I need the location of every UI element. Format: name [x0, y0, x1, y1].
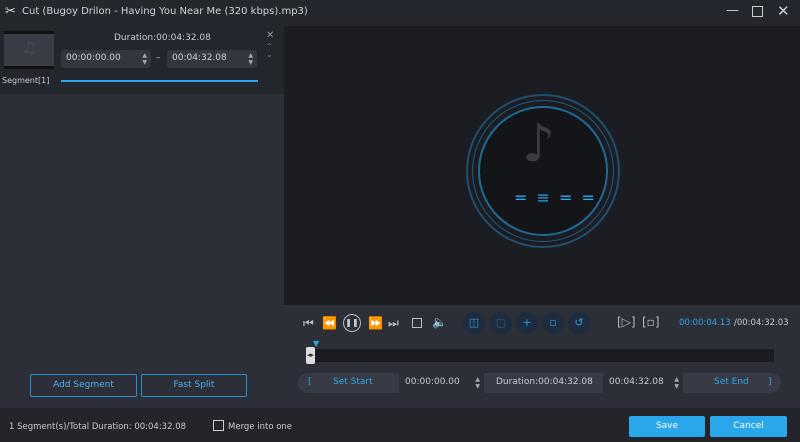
- range-separator: –: [156, 53, 161, 63]
- current-time: 00:00:04.13: [679, 318, 731, 328]
- start-handle[interactable]: ◂▸: [306, 347, 315, 364]
- reset-icon[interactable]: ↺: [568, 312, 590, 334]
- volume-icon[interactable]: 🔈: [432, 315, 447, 329]
- skip-end-icon[interactable]: ⏭: [388, 316, 399, 331]
- music-note-icon: ♫: [21, 38, 37, 57]
- trim-duration: Duration:00:04:32.08: [496, 377, 593, 387]
- crop-icon[interactable]: ▫: [542, 312, 564, 334]
- audio-disc: ♪ = ≡ = =: [478, 106, 608, 236]
- stepper-icon[interactable]: ▲ ▼: [674, 376, 679, 390]
- pause-button[interactable]: ❚❚: [343, 314, 361, 332]
- player-controls: ⏮ ⏪ ❚❚ ⏩ ⏭ 🔈 ◫ ▢ + ▫ ↺ [▷] [▫] 00:00:04.…: [284, 305, 800, 408]
- set-end-button[interactable]: Set End: [714, 377, 749, 387]
- add-icon[interactable]: +: [516, 312, 538, 334]
- fast-split-button[interactable]: Fast Split: [141, 374, 247, 397]
- stepper-icon[interactable]: ▲ ▼: [248, 52, 253, 66]
- skip-start-icon[interactable]: ⏮: [303, 316, 314, 331]
- trim-end-input[interactable]: 00:04:32.08 ▲ ▼: [603, 373, 683, 393]
- trim-start-input[interactable]: 00:00:00.00 ▲ ▼: [399, 373, 484, 393]
- merge-label: Merge into one: [228, 422, 293, 432]
- segment-end-value: 00:04:32.08: [172, 53, 227, 63]
- scissors-icon: ✂: [5, 4, 16, 19]
- close-button[interactable]: ✕: [777, 2, 790, 20]
- frame-icon[interactable]: ▢: [490, 312, 512, 334]
- segment-label: Segment[1]: [2, 76, 50, 85]
- footer: 1 Segment(s)/Total Duration: 00:04:32.08…: [0, 408, 800, 442]
- split-icon[interactable]: ◫: [463, 312, 485, 334]
- play-segment-icon[interactable]: [▷]: [617, 315, 636, 329]
- segment-end-input[interactable]: 00:04:32.08 ▲ ▼: [167, 50, 257, 68]
- segment-bar: [61, 80, 258, 82]
- timeline-track[interactable]: [306, 349, 774, 362]
- bracket-open: [: [308, 377, 312, 387]
- window-title: Cut (Bugoy Drilon - Having You Near Me (…: [22, 6, 308, 17]
- summary-text: 1 Segment(s)/Total Duration: 00:04:32.08: [9, 422, 187, 432]
- segment-thumbnail: ♫: [4, 31, 54, 69]
- save-button[interactable]: Save: [629, 416, 705, 437]
- set-start-button[interactable]: Set Start: [333, 377, 373, 387]
- fast-forward-icon[interactable]: ⏩: [368, 316, 383, 330]
- music-note-icon: ♪: [522, 114, 556, 174]
- rewind-icon[interactable]: ⏪: [322, 316, 337, 330]
- segment-start-input[interactable]: 00:00:00.00 ▲ ▼: [61, 50, 151, 68]
- bracket-close: ]: [768, 377, 772, 387]
- add-segment-button[interactable]: Add Segment: [30, 374, 137, 397]
- title-bar: ✂ Cut (Bugoy Drilon - Having You Near Me…: [0, 0, 800, 26]
- total-time: /00:04:32.03: [734, 318, 789, 328]
- preview-area: ♪ = ≡ = =: [284, 26, 800, 305]
- trim-start-value: 00:00:00.00: [405, 377, 460, 387]
- delete-segment-icon[interactable]: ✕: [266, 30, 274, 41]
- stepper-icon[interactable]: ▲ ▼: [142, 52, 147, 66]
- trim-end-value: 00:04:32.08: [609, 377, 664, 387]
- merge-checkbox[interactable]: [213, 420, 224, 431]
- trim-bar: [ Set Start 00:00:00.00 ▲ ▼ Duration:00:04…: [298, 373, 781, 393]
- cancel-button[interactable]: Cancel: [710, 416, 787, 437]
- playhead-icon[interactable]: ▼: [313, 339, 319, 348]
- segment-start-value: 00:00:00.00: [66, 53, 121, 63]
- equalizer-icon: = ≡ = =: [514, 188, 597, 207]
- stepper-icon[interactable]: ▲ ▼: [475, 376, 480, 390]
- move-down-icon[interactable]: ⌄: [266, 50, 273, 59]
- segment-duration: Duration:00:04:32.08: [114, 33, 211, 43]
- maximize-button[interactable]: [752, 6, 763, 17]
- stop-segment-icon[interactable]: [▫]: [642, 315, 660, 329]
- stop-button[interactable]: [412, 318, 422, 328]
- minimize-button[interactable]: —: [726, 3, 739, 18]
